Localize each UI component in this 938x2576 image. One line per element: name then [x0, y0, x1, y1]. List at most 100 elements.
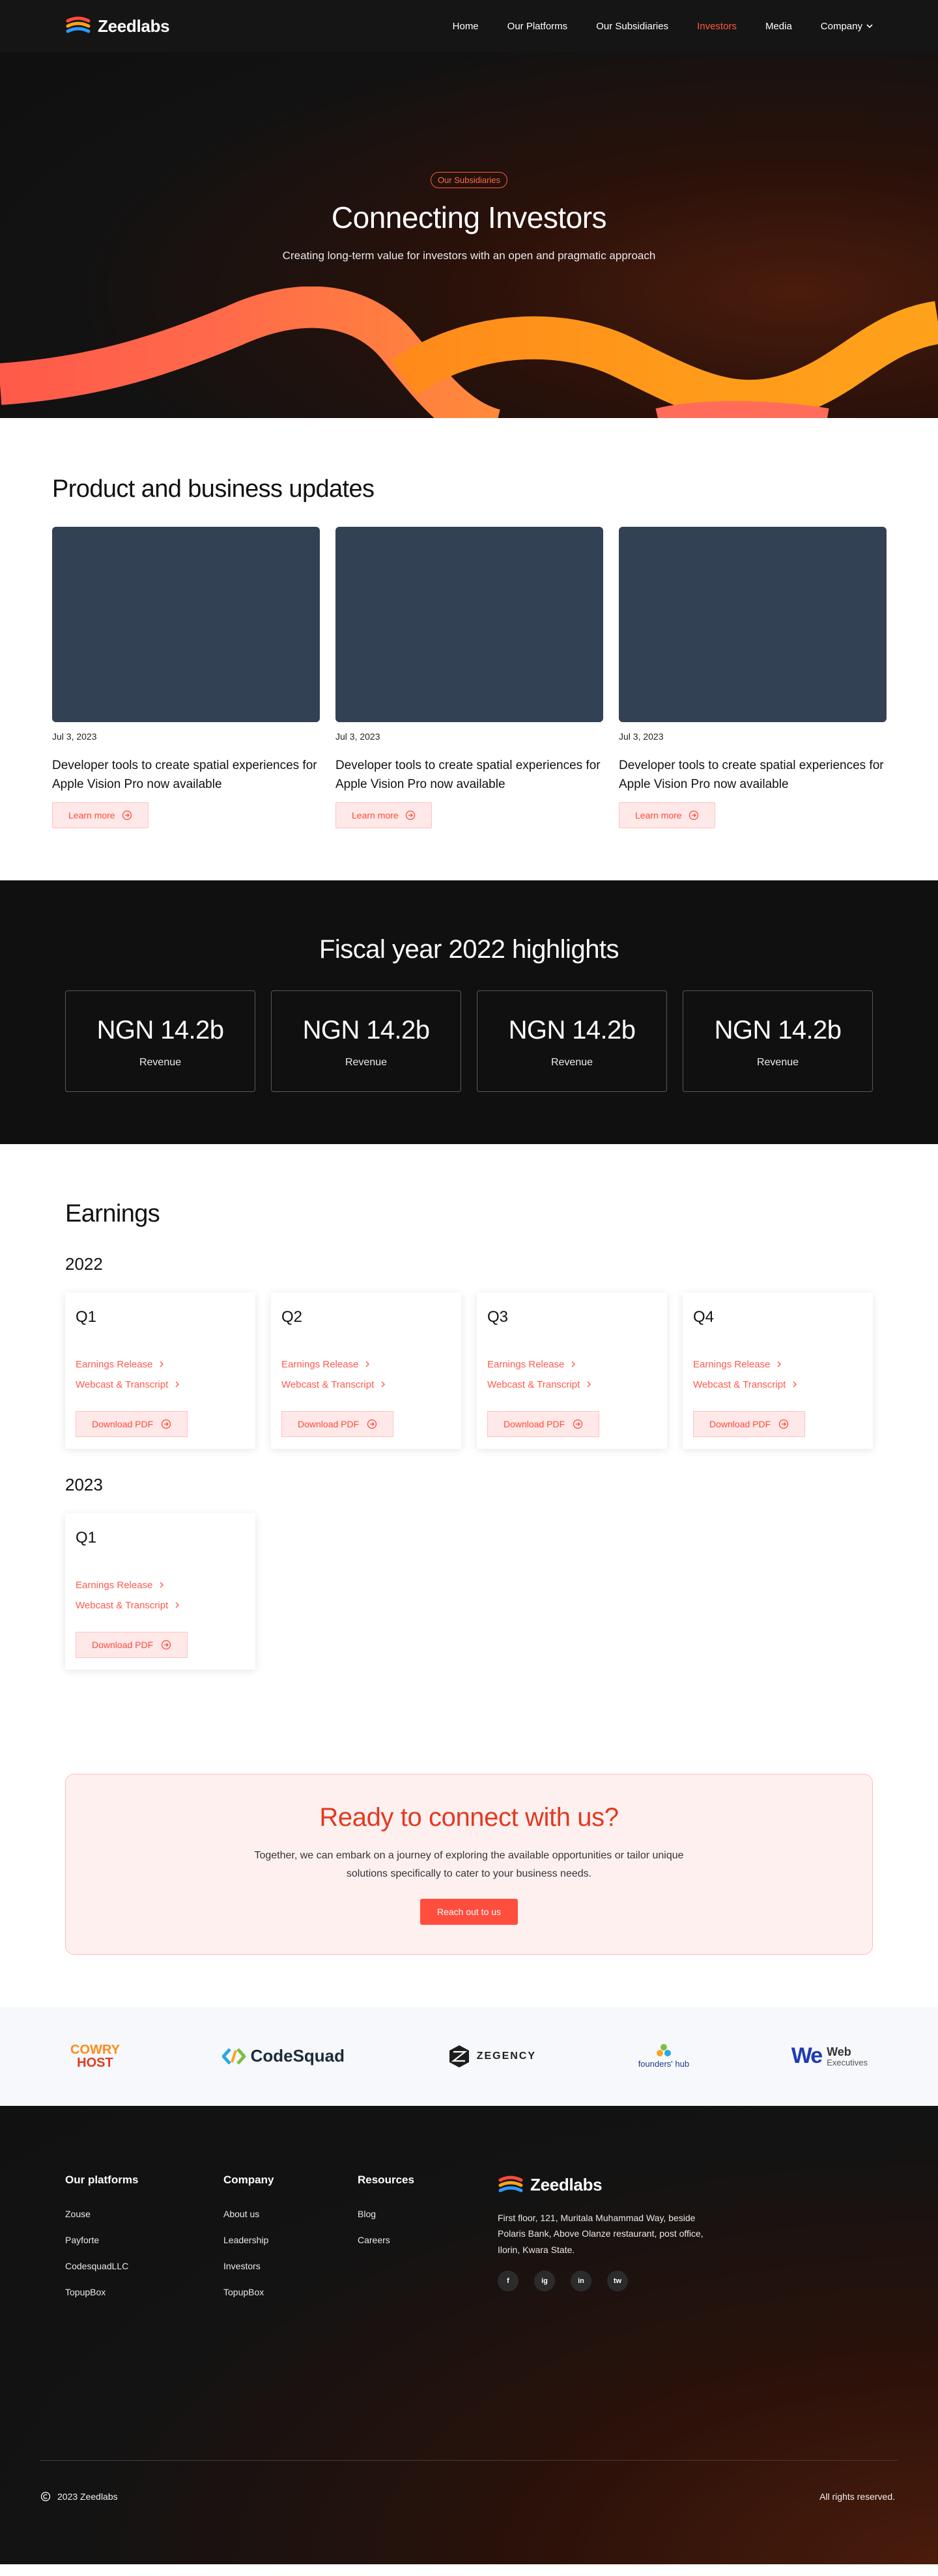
- learn-more-button[interactable]: Learn more: [335, 802, 432, 828]
- footer-link[interactable]: About us: [223, 2209, 358, 2219]
- update-title[interactable]: Developer tools to create spatial experi…: [52, 756, 320, 794]
- instagram-icon[interactable]: ig: [534, 2271, 555, 2292]
- footer-address: First floor, 121, Muritala Muhammad Way,…: [498, 2212, 704, 2255]
- linkedin-icon[interactable]: in: [571, 2271, 591, 2292]
- nav-media[interactable]: Media: [765, 21, 792, 32]
- update-thumbnail[interactable]: [52, 527, 320, 722]
- webcast-transcript-label: Webcast & Transcript: [693, 1379, 786, 1390]
- hero-subtitle: Creating long-term value for investors w…: [282, 249, 656, 262]
- chevron-right-icon: [175, 1381, 180, 1388]
- webcast-transcript-link[interactable]: Webcast & Transcript: [281, 1379, 451, 1390]
- partners-strip: COWRY HOST CodeSquad ZEGENCY founders' h…: [0, 2006, 938, 2106]
- chevron-right-icon: [365, 1361, 370, 1367]
- update-thumbnail[interactable]: [335, 527, 603, 722]
- codesquad-logo[interactable]: CodeSquad: [221, 2046, 345, 2066]
- web-executives-logo[interactable]: We Web Executives: [791, 2043, 868, 2069]
- nav-our-platforms[interactable]: Our Platforms: [507, 21, 568, 32]
- fiscal-highlights-section: Fiscal year 2022 highlights NGN 14.2b Re…: [0, 880, 938, 1144]
- footer-link[interactable]: TopupBox: [223, 2287, 358, 2297]
- web-executives-text: Web Executives: [827, 2045, 868, 2067]
- chevron-down-icon: [866, 24, 873, 29]
- hero-content: Our Subsidiaries Connecting Investors Cr…: [0, 172, 938, 262]
- learn-more-label: Learn more: [68, 809, 115, 820]
- reach-out-button[interactable]: Reach out to us: [419, 1898, 519, 1925]
- earnings-release-link[interactable]: Earnings Release: [281, 1359, 451, 1370]
- update-thumbnail[interactable]: [619, 527, 887, 722]
- webcast-transcript-label: Webcast & Transcript: [487, 1379, 580, 1390]
- twitter-icon[interactable]: tw: [607, 2271, 628, 2292]
- download-pdf-button[interactable]: Download PDF: [281, 1410, 394, 1437]
- footer-brand[interactable]: Zeedlabs: [498, 2174, 713, 2197]
- webcast-transcript-link[interactable]: Webcast & Transcript: [76, 1379, 245, 1390]
- learn-more-button[interactable]: Learn more: [52, 802, 149, 828]
- footer-link[interactable]: Blog: [358, 2209, 498, 2219]
- quarter-label: Q1: [76, 1528, 97, 1547]
- chevron-right-icon: [160, 1582, 164, 1588]
- arrow-circle-icon: [162, 1419, 171, 1429]
- earnings-year-2023: 2023: [65, 1474, 103, 1494]
- update-title[interactable]: Developer tools to create spatial experi…: [335, 756, 603, 794]
- arrow-circle-icon: [405, 810, 415, 820]
- footer-link[interactable]: CodesquadLLC: [65, 2261, 223, 2271]
- earnings-year-2022: 2022: [65, 1253, 103, 1274]
- cta-title: Ready to connect with us?: [319, 1802, 619, 1832]
- update-card: Jul 3, 2023 Developer tools to create sp…: [335, 527, 603, 828]
- chevron-right-icon: [381, 1381, 386, 1388]
- cowryhost-logo[interactable]: COWRY HOST: [70, 2043, 120, 2069]
- social-links: f ig in tw: [498, 2271, 713, 2292]
- fiscal-heading: Fiscal year 2022 highlights: [319, 934, 619, 964]
- webcast-transcript-link[interactable]: Webcast & Transcript: [76, 1600, 245, 1611]
- earnings-release-link[interactable]: Earnings Release: [76, 1359, 245, 1370]
- web-executives-line2: Executives: [827, 2057, 868, 2067]
- zegency-name: ZEGENCY: [476, 2050, 537, 2062]
- quarter-label: Q1: [76, 1308, 97, 1326]
- footer-col-heading: Our platforms: [65, 2173, 139, 2186]
- update-date: Jul 3, 2023: [619, 731, 664, 742]
- download-pdf-button[interactable]: Download PDF: [693, 1410, 806, 1437]
- footer-link[interactable]: Leadership: [223, 2235, 358, 2245]
- founders-hub-name: founders' hub: [638, 2059, 690, 2069]
- update-date: Jul 3, 2023: [335, 731, 380, 742]
- footer-col-brand: Zeedlabs First floor, 121, Muritala Muha…: [498, 2174, 713, 2297]
- copyright: 2023 Zeedlabs: [40, 2491, 118, 2502]
- earnings-release-link[interactable]: Earnings Release: [487, 1359, 657, 1370]
- download-pdf-label: Download PDF: [298, 1418, 360, 1429]
- earnings-release-link[interactable]: Earnings Release: [76, 1580, 245, 1591]
- update-card: Jul 3, 2023 Developer tools to create sp…: [619, 527, 887, 828]
- nav-our-subsidiaries[interactable]: Our Subsidiaries: [596, 21, 668, 32]
- footer-col-resources: Resources Blog Careers: [358, 2174, 498, 2297]
- download-pdf-button[interactable]: Download PDF: [76, 1410, 188, 1437]
- nav-company[interactable]: Company: [821, 21, 873, 32]
- footer-divider: [40, 2459, 898, 2461]
- download-pdf-button[interactable]: Download PDF: [76, 1631, 188, 1658]
- learn-more-label: Learn more: [352, 809, 399, 820]
- fiscal-value: NGN 14.2b: [508, 1015, 636, 1044]
- webcast-transcript-link[interactable]: Webcast & Transcript: [693, 1379, 862, 1390]
- updates-section: Product and business updates Jul 3, 2023…: [0, 418, 938, 880]
- footer-col-company: Company About us Leadership Investors To…: [223, 2174, 358, 2297]
- download-pdf-label: Download PDF: [504, 1418, 565, 1429]
- footer-bottom: 2023 Zeedlabs All rights reserved.: [40, 2491, 895, 2502]
- nav-home[interactable]: Home: [453, 21, 479, 32]
- zeedlabs-logo-icon: [498, 2176, 523, 2192]
- nav-investors[interactable]: Investors: [697, 21, 737, 32]
- learn-more-button[interactable]: Learn more: [619, 802, 715, 828]
- footer-link[interactable]: Payforte: [65, 2235, 223, 2245]
- earnings-release-link[interactable]: Earnings Release: [693, 1359, 862, 1370]
- download-pdf-button[interactable]: Download PDF: [487, 1410, 600, 1437]
- update-title[interactable]: Developer tools to create spatial experi…: [619, 756, 887, 794]
- founders-hub-logo[interactable]: founders' hub: [638, 2043, 689, 2069]
- brand[interactable]: Zeedlabs: [65, 14, 170, 38]
- arrow-circle-icon: [573, 1419, 583, 1429]
- webcast-transcript-link[interactable]: Webcast & Transcript: [487, 1379, 657, 1390]
- facebook-icon[interactable]: f: [498, 2271, 519, 2292]
- footer-link[interactable]: Zouse: [65, 2209, 223, 2219]
- update-card: Jul 3, 2023 Developer tools to create sp…: [52, 527, 320, 828]
- chevron-right-icon: [571, 1361, 576, 1367]
- footer-link[interactable]: TopupBox: [65, 2287, 223, 2297]
- earnings-release-label: Earnings Release: [487, 1358, 565, 1370]
- zegency-logo[interactable]: ZEGENCY: [447, 2044, 536, 2069]
- footer-link[interactable]: Investors: [223, 2261, 358, 2271]
- learn-more-label: Learn more: [635, 809, 682, 820]
- footer-link[interactable]: Careers: [358, 2235, 498, 2245]
